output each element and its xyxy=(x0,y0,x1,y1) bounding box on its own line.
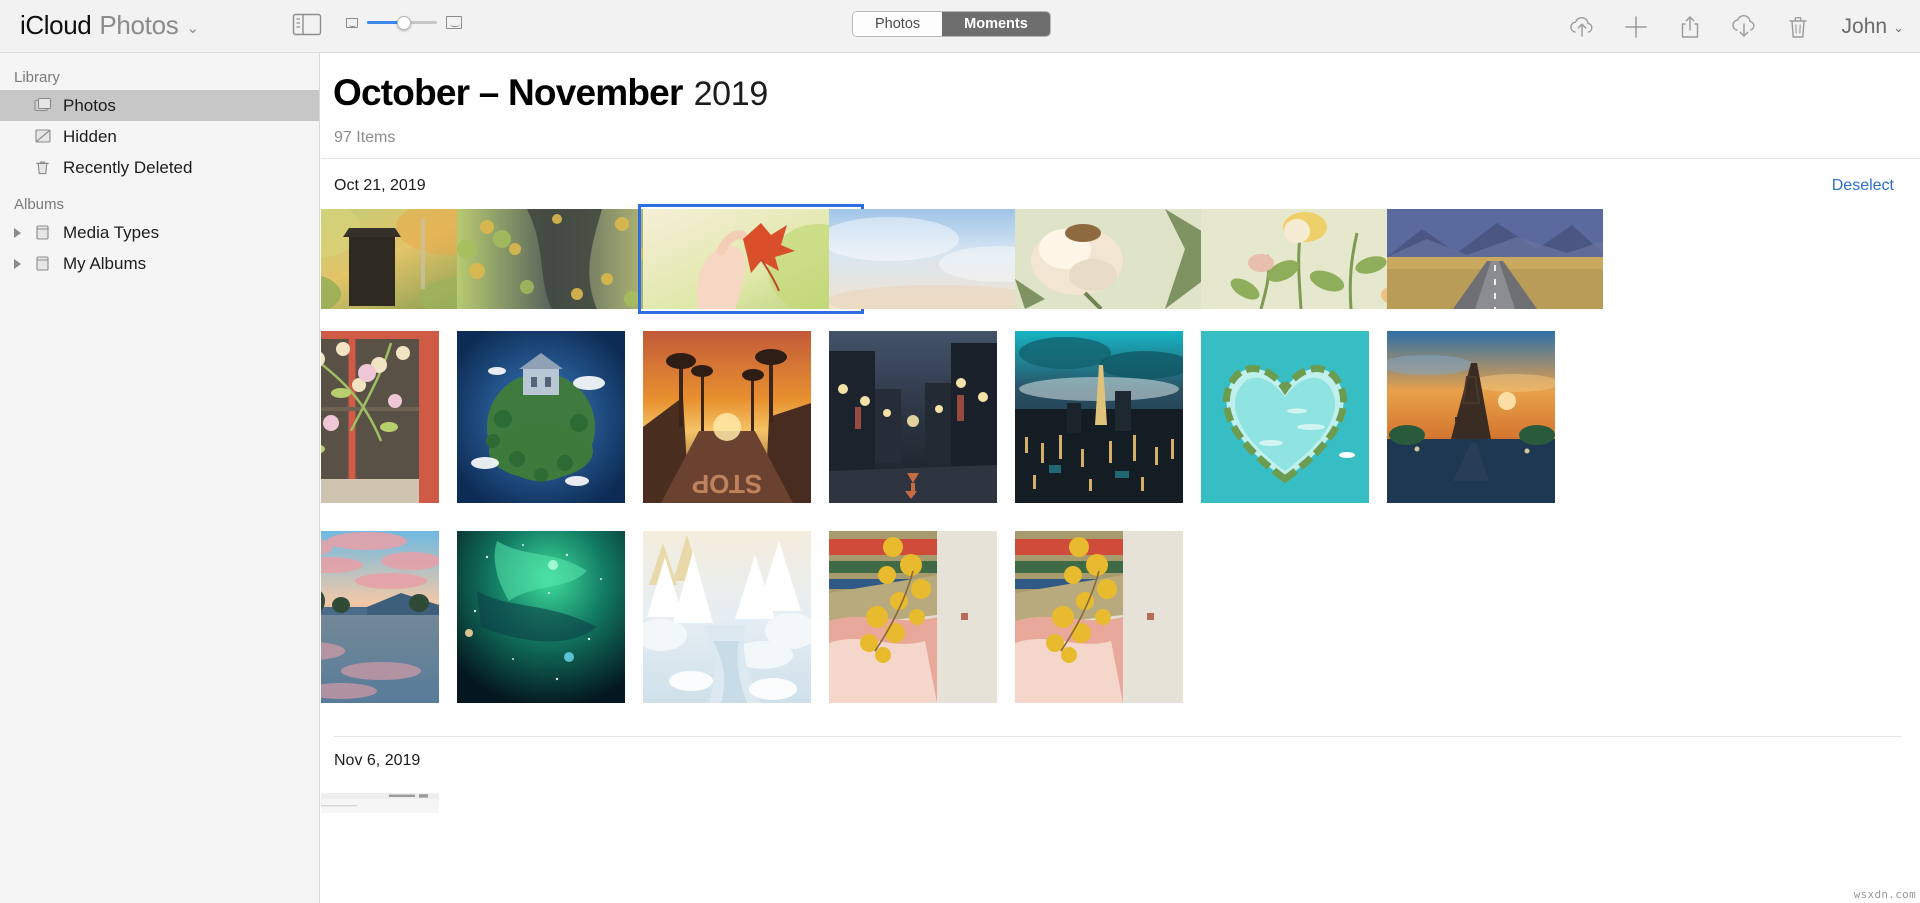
photo-row xyxy=(321,204,1920,314)
view-mode-segmented-control[interactable]: Photos Moments xyxy=(852,11,1051,37)
app-toolbar: iCloud Photos ⌄ Photos Moments John ⌄ xyxy=(0,0,1920,53)
sidebar-item-label: Recently Deleted xyxy=(63,157,193,177)
photo-thumbnail[interactable] xyxy=(321,531,439,703)
chevron-down-icon: ⌄ xyxy=(1893,19,1904,35)
photo-thumbnail[interactable] xyxy=(643,531,811,703)
sidebar-item-photos[interactable]: Photos xyxy=(0,90,319,121)
photo-thumbnail[interactable] xyxy=(457,209,673,309)
photo-thumbnail[interactable] xyxy=(829,331,997,503)
page-title-year: 2019 xyxy=(693,75,769,113)
photo-library-main: October – November 2019 97 Items Oct 21,… xyxy=(321,53,1920,903)
photo-thumbnail[interactable]: STOP xyxy=(643,331,811,503)
user-name-label: John xyxy=(1841,14,1888,38)
photo-thumbnail[interactable] xyxy=(321,793,439,813)
add-icon[interactable] xyxy=(1622,13,1650,41)
photo-row: STOP xyxy=(321,331,1920,503)
sidebar-item-label: Hidden xyxy=(63,126,117,146)
download-icon[interactable] xyxy=(1730,13,1758,41)
brand-icloud-label: iCloud xyxy=(20,10,92,40)
photo-thumbnail[interactable] xyxy=(1387,331,1555,503)
photo-thumbnail[interactable] xyxy=(829,531,997,703)
photo-thumbnail[interactable] xyxy=(1387,209,1603,309)
upload-icon[interactable] xyxy=(1568,13,1596,41)
section-date-label: Oct 21, 2019 xyxy=(334,177,426,194)
photo-thumbnail[interactable] xyxy=(1201,331,1369,503)
small-thumbnail-icon xyxy=(346,17,358,28)
disclosure-triangle-icon[interactable] xyxy=(14,258,21,269)
deselect-button[interactable]: Deselect xyxy=(1832,177,1894,195)
sidebar-item-label: Media Types xyxy=(63,222,160,242)
large-thumbnail-icon xyxy=(446,16,462,29)
sidebar-section-header-library: Library xyxy=(14,69,60,86)
trash-icon[interactable] xyxy=(1784,13,1812,41)
section-divider xyxy=(334,736,1901,737)
photo-thumbnail[interactable] xyxy=(1201,209,1417,309)
section-header-nov-6: Nov 6, 2019 xyxy=(321,752,1920,782)
brand-photos-label: Photos xyxy=(99,10,179,40)
album-icon xyxy=(34,224,54,242)
trash-icon xyxy=(34,159,54,177)
photo-thumbnail-selected[interactable] xyxy=(638,204,864,314)
hidden-icon xyxy=(34,128,54,146)
item-count-label: 97 Items xyxy=(334,129,396,146)
toolbar-actions: John ⌄ xyxy=(1568,0,1904,53)
share-icon[interactable] xyxy=(1676,13,1704,41)
app-brand[interactable]: iCloud Photos ⌄ xyxy=(20,10,199,41)
section-header-oct-21: Oct 21, 2019 Deselect xyxy=(321,177,1920,207)
sidebar-item-label: Photos xyxy=(63,95,116,115)
photo-thumbnail[interactable] xyxy=(457,531,625,703)
photo-thumbnail[interactable] xyxy=(321,331,439,503)
slider-knob[interactable] xyxy=(397,15,411,30)
page-title-range: October – November xyxy=(333,72,683,113)
sidebar-item-recently-deleted[interactable]: Recently Deleted xyxy=(0,152,319,183)
thumbnail-size-slider-group[interactable] xyxy=(346,15,462,30)
tab-photos[interactable]: Photos xyxy=(853,12,943,36)
watermark: wsxdn.com xyxy=(1853,888,1916,901)
sidebar-toggle-icon[interactable] xyxy=(292,12,322,37)
sidebar-section-header-albums: Albums xyxy=(14,196,65,213)
svg-text:STOP: STOP xyxy=(692,469,762,499)
user-menu[interactable]: John ⌄ xyxy=(1842,15,1904,39)
section-date-label: Nov 6, 2019 xyxy=(334,752,421,769)
album-icon xyxy=(34,255,54,273)
photo-thumbnail[interactable] xyxy=(1015,531,1183,703)
photo-row xyxy=(321,531,1920,703)
header-divider xyxy=(321,158,1920,159)
chevron-down-icon[interactable]: ⌄ xyxy=(186,19,199,37)
page-title: October – November 2019 xyxy=(333,72,768,114)
sidebar: Library Photos Hidden Recently Deleted A… xyxy=(0,53,320,903)
photos-stack-icon xyxy=(34,97,54,115)
photo-thumbnail[interactable] xyxy=(829,209,1045,309)
zoom-slider[interactable] xyxy=(367,15,437,30)
photo-thumbnail[interactable] xyxy=(457,331,625,503)
disclosure-triangle-icon[interactable] xyxy=(14,227,21,238)
sidebar-item-label: My Albums xyxy=(63,253,147,273)
photo-row xyxy=(321,793,1920,813)
tab-moments[interactable]: Moments xyxy=(942,12,1050,36)
photo-thumbnail[interactable] xyxy=(1015,331,1183,503)
sidebar-item-my-albums[interactable]: My Albums xyxy=(0,248,319,279)
sidebar-item-hidden[interactable]: Hidden xyxy=(0,121,319,152)
sidebar-item-media-types[interactable]: Media Types xyxy=(0,217,319,248)
photo-thumbnail[interactable] xyxy=(1015,209,1231,309)
